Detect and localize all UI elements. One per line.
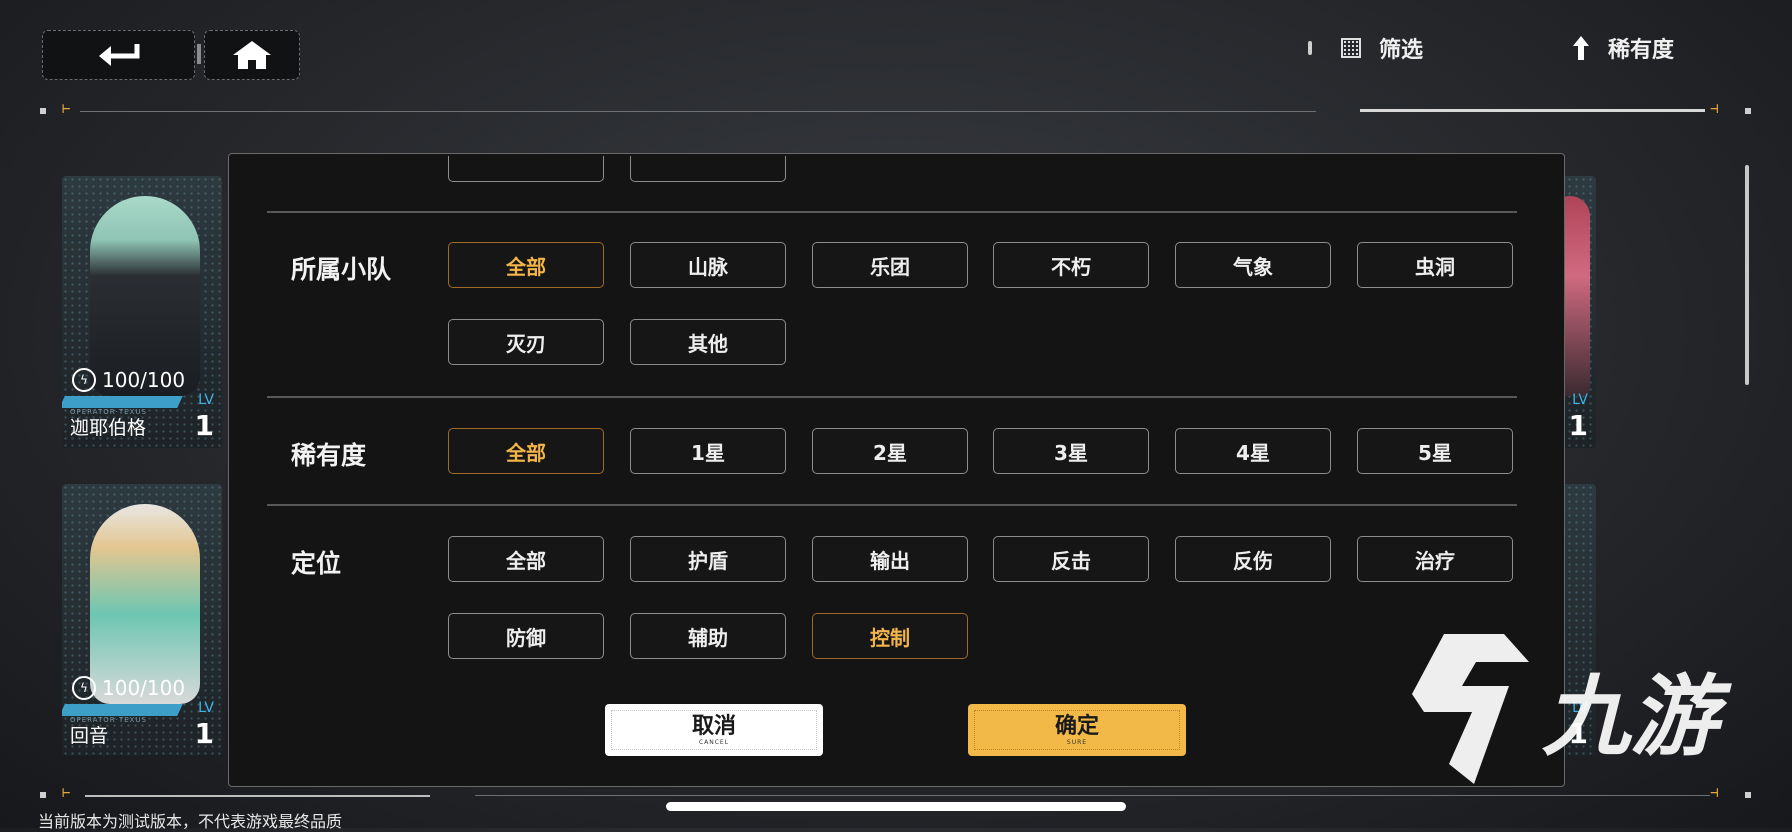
cancel-sublabel: CANCEL [698,738,730,746]
bracket-mark: ⊣ [1710,101,1719,117]
divider [197,44,201,64]
home-indicator[interactable] [666,802,1126,811]
section-divider [267,211,1517,213]
card-band [62,704,183,716]
level-label: LV [198,392,214,408]
character-card[interactable]: ϟ 100/100 OPERATOR·TEXUS LV 迦耶伯格 1 [62,176,222,448]
home-icon [233,41,271,69]
rarity-option-2star[interactable]: 2星 [812,428,968,474]
back-button[interactable] [42,30,195,80]
stamina-readout: ϟ 100/100 [72,368,185,392]
confirm-label: 确定 [1054,713,1099,739]
position-section-title: 定位 [291,549,342,578]
lightning-icon: ϟ [72,676,96,700]
level-label: LV [198,700,214,716]
level-value: 1 [1568,409,1588,442]
footer-notice: 当前版本为测试版本，不代表游戏最终品质 [38,812,343,831]
rarity-option-1star[interactable]: 1星 [630,428,786,474]
corner-square [40,108,46,114]
option-button-partial[interactable] [448,156,604,182]
bracket-mark: ⊢ [62,101,71,117]
position-option-all[interactable]: 全部 [448,536,604,582]
confirm-button[interactable]: 确定 SURE [968,704,1186,756]
lightning-icon: ϟ [72,368,96,392]
bracket-mark: ⊢ [62,785,71,801]
position-option-shield[interactable]: 护盾 [630,536,786,582]
filter-grid-icon [1341,38,1361,58]
list-scrollbar[interactable] [1745,165,1749,385]
squad-option-other[interactable]: 其他 [630,319,786,365]
character-name: 迦耶伯格 [70,417,147,439]
cancel-label: 取消 [691,713,736,739]
level-value: 1 [194,717,214,750]
character-portrait [90,504,200,704]
position-option-damage[interactable]: 输出 [812,536,968,582]
stamina-value: 100/100 [102,368,186,392]
squad-option-all[interactable]: 全部 [448,242,604,288]
position-option-defense[interactable]: 防御 [448,613,604,659]
section-divider [267,396,1517,398]
home-button[interactable] [204,30,300,80]
squad-section-title: 所属小队 [291,255,392,284]
stamina-value: 100/100 [102,676,186,700]
position-option-heal[interactable]: 治疗 [1357,536,1513,582]
position-option-support[interactable]: 辅助 [630,613,786,659]
rarity-option-5star[interactable]: 5星 [1357,428,1513,474]
indicator-dot [1308,41,1312,55]
squad-option-shanmai[interactable]: 山脉 [630,242,786,288]
sort-arrow-up-icon [1573,36,1589,60]
rarity-section-title: 稀有度 [291,441,367,470]
option-button-partial[interactable] [630,156,786,182]
filter-label: 筛选 [1379,38,1424,63]
sort-label: 稀有度 [1608,38,1675,63]
level-value: 1 [194,409,214,442]
filter-modal: 所属小队 全部 山脉 乐团 不朽 气象 虫洞 灭刃 其他 稀有度 全部 1星 2… [228,153,1565,787]
squad-option-chongdong[interactable]: 虫洞 [1357,242,1513,288]
corner-square [1745,792,1751,798]
jiuyou-logo-icon [1412,634,1529,784]
bottom-rule [475,795,1710,796]
rarity-option-4star[interactable]: 4星 [1175,428,1331,474]
squad-option-yuetuan[interactable]: 乐团 [812,242,968,288]
squad-option-buxiu[interactable]: 不朽 [993,242,1149,288]
level-label: LV [1572,392,1588,408]
character-card[interactable]: ϟ 100/100 OPERATOR·TEXUS LV 回音 1 [62,484,222,756]
squad-option-qixiang[interactable]: 气象 [1175,242,1331,288]
back-arrow-icon [98,44,139,66]
watermark-text: 九游 [1542,664,1719,768]
rarity-option-3star[interactable]: 3星 [993,428,1149,474]
position-option-reflect[interactable]: 反伤 [1175,536,1331,582]
corner-square [1745,108,1751,114]
position-option-control[interactable]: 控制 [812,613,968,659]
character-name: 回音 [70,725,109,747]
top-rule [80,111,1316,112]
section-divider [267,504,1517,506]
confirm-sublabel: SURE [1066,738,1088,746]
card-band [62,396,183,408]
bottom-rule [85,795,430,797]
cancel-button[interactable]: 取消 CANCEL [605,704,823,756]
position-option-counter[interactable]: 反击 [993,536,1149,582]
stamina-readout: ϟ 100/100 [72,676,185,700]
filter-button[interactable]: 筛选 [1341,32,1423,64]
top-rule-bright [1360,109,1705,112]
rarity-option-all[interactable]: 全部 [448,428,604,474]
corner-square [40,792,46,798]
character-portrait [90,196,200,396]
squad-option-mieren[interactable]: 灭刃 [448,319,604,365]
watermark-logo: 九游 [1404,624,1718,794]
sort-button[interactable]: 稀有度 [1572,32,1674,64]
